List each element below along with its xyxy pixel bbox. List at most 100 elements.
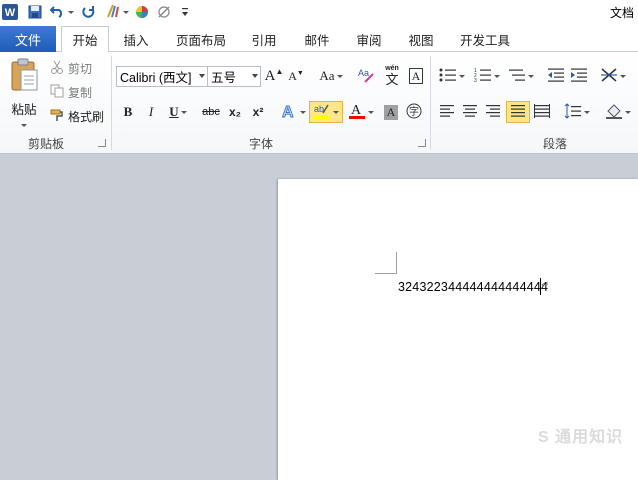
brush-icon	[105, 3, 121, 22]
group-divider	[430, 56, 431, 150]
clear-formatting-button[interactable]: Aa	[356, 66, 376, 86]
chevron-down-icon	[620, 74, 626, 78]
grow-font-icon: A▲	[264, 67, 284, 84]
align-center-icon	[462, 104, 478, 121]
highlighter-icon: ab	[313, 102, 331, 123]
tab-view[interactable]: 视图	[398, 26, 444, 52]
phonetic-guide-button[interactable]: wén 文	[380, 64, 404, 88]
clear-formatting-icon: Aa	[357, 66, 375, 87]
svg-text:A: A	[351, 103, 362, 118]
brush-menu-button[interactable]	[104, 2, 130, 22]
copy-button[interactable]: 复制	[50, 83, 98, 101]
redo-icon[interactable]	[80, 2, 98, 22]
paint-bucket-icon	[605, 103, 623, 122]
shading-button[interactable]	[603, 102, 633, 122]
format-painter-button[interactable]: 格式刷	[50, 107, 108, 125]
text-effects-icon: A	[280, 102, 298, 123]
underline-button[interactable]: U	[164, 102, 192, 122]
undo-button[interactable]	[48, 2, 76, 22]
tab-insert[interactable]: 插入	[113, 26, 159, 52]
increase-indent-button[interactable]	[569, 66, 589, 86]
cut-label: 剪切	[68, 61, 93, 76]
document-canvas: 324322344444444444444 ↵ S 通用知识	[0, 154, 638, 480]
title-bar: W 文档	[0, 0, 638, 24]
underline-label: U	[169, 104, 179, 119]
font-size-value: 五号	[211, 71, 237, 85]
ribbon-tabs: 文件 开始 插入 页面布局 引用 邮件 审阅 视图 开发工具	[0, 24, 638, 53]
highlight-color-button[interactable]: ab	[309, 101, 343, 123]
copy-label: 复制	[68, 85, 93, 100]
shrink-font-button[interactable]: A▼	[286, 66, 306, 86]
font-launcher-icon[interactable]	[418, 139, 426, 147]
chevron-down-icon	[459, 74, 465, 78]
chevron-down-icon	[252, 74, 258, 78]
format-painter-icon	[50, 108, 64, 125]
tab-developer[interactable]: 开发工具	[452, 26, 518, 52]
bullets-icon	[439, 67, 457, 86]
svg-text:Aa: Aa	[358, 68, 369, 78]
font-color-button[interactable]: A	[346, 102, 376, 122]
font-group-label: 字体	[248, 137, 273, 151]
font-color-icon: A	[348, 102, 366, 123]
justify-button[interactable]	[506, 101, 530, 123]
align-left-icon	[439, 104, 455, 121]
chevron-down-icon	[368, 110, 374, 114]
align-center-button[interactable]	[460, 102, 480, 122]
strikethrough-button[interactable]: abc	[199, 102, 223, 122]
superscript-button[interactable]: x²	[248, 102, 268, 122]
bullets-button[interactable]	[437, 66, 467, 86]
line-spacing-button[interactable]	[562, 102, 592, 122]
color-wheel-icon[interactable]	[134, 2, 150, 22]
tab-review[interactable]: 审阅	[346, 26, 392, 52]
chevron-down-icon	[68, 10, 74, 14]
tab-references[interactable]: 引用	[242, 26, 286, 52]
subscript-button[interactable]: x₂	[225, 102, 245, 122]
character-shading-button[interactable]: A	[381, 102, 401, 122]
enclose-characters-button[interactable]: 字	[404, 102, 424, 122]
change-case-label: Aa	[319, 68, 335, 83]
tab-page-layout[interactable]: 页面布局	[166, 26, 236, 52]
justify-icon	[510, 104, 526, 121]
italic-button[interactable]: I	[141, 102, 161, 122]
customize-qat-icon[interactable]	[178, 2, 192, 22]
clipboard-icon	[9, 58, 39, 95]
clipboard-group-label: 剪贴板	[27, 137, 64, 151]
text-effects-button[interactable]: A	[279, 102, 307, 122]
watermark-text: S 通用知识	[538, 429, 624, 446]
font-family-select[interactable]: Calibri (西文]	[116, 66, 208, 87]
chevron-down-icon	[180, 110, 187, 114]
bold-button[interactable]: B	[118, 102, 138, 122]
font-size-select[interactable]: 五号	[207, 66, 261, 87]
tab-home[interactable]: 开始	[61, 26, 109, 53]
italic-label: I	[148, 104, 154, 119]
distributed-button[interactable]	[532, 102, 552, 122]
chevron-down-icon	[494, 74, 500, 78]
change-case-button[interactable]: Aa	[316, 66, 346, 86]
multilevel-list-button[interactable]	[506, 66, 536, 86]
align-right-button[interactable]	[483, 102, 503, 122]
word-logo-icon[interactable]: W	[2, 2, 18, 22]
cut-button[interactable]: 剪切	[50, 59, 98, 77]
grow-font-button[interactable]: A▲	[264, 66, 284, 86]
svg-text:字: 字	[409, 105, 419, 118]
paste-button[interactable]: 粘贴	[6, 56, 42, 128]
tab-file[interactable]: 文件	[0, 26, 56, 52]
character-border-button[interactable]: A	[406, 66, 426, 86]
document-text[interactable]: 324322344444444444444	[398, 280, 548, 294]
chevron-down-icon	[333, 110, 339, 114]
chinese-layout-button[interactable]	[598, 66, 628, 86]
eraser-icon[interactable]	[156, 2, 172, 22]
phonetic-char: 文	[385, 72, 399, 87]
save-icon[interactable]	[26, 2, 44, 22]
document-page[interactable]: 324322344444444444444 ↵ S 通用知识	[278, 179, 638, 480]
ribbon: 粘贴 剪切 复制 格式刷 剪贴板 Calibri (西文] 五号 A▲ A▼ A…	[0, 52, 638, 154]
character-shading-icon: A	[383, 104, 399, 120]
clipboard-launcher-icon[interactable]	[98, 139, 106, 147]
numbering-button[interactable]: 123	[472, 66, 502, 86]
multilevel-list-icon	[508, 67, 526, 86]
paragraph-group-label: 段落	[542, 137, 567, 151]
decrease-indent-button[interactable]	[546, 66, 566, 86]
align-left-button[interactable]	[437, 102, 457, 122]
subscript-label: x₂	[228, 105, 241, 119]
tab-mailings[interactable]: 邮件	[294, 26, 340, 52]
